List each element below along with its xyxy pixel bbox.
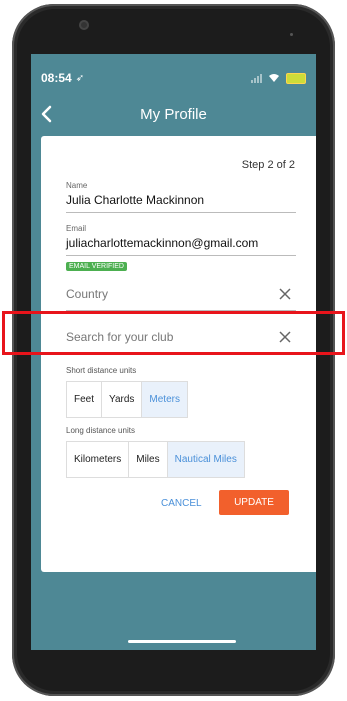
cancel-button[interactable]: CANCEL xyxy=(161,498,202,509)
long-unit-kilometers[interactable]: Kilometers xyxy=(67,442,130,477)
battery-icon xyxy=(286,72,306,84)
short-unit-feet[interactable]: Feet xyxy=(67,382,103,417)
long-unit-miles[interactable]: Miles xyxy=(129,442,168,477)
status-bar: 08:54 ➶ xyxy=(41,70,306,86)
short-distance-label: Short distance units xyxy=(66,366,137,375)
country-underline xyxy=(66,310,296,311)
update-button[interactable]: UPDATE xyxy=(219,490,289,515)
short-unit-meters[interactable]: Meters xyxy=(142,382,187,417)
long-distance-selector: Kilometers Miles Nautical Miles xyxy=(66,441,245,478)
cellular-signal-icon xyxy=(251,73,262,83)
name-label: Name xyxy=(66,181,88,190)
app-screen: 08:54 ➶ My Profile Step 2 of 2 Name Juli… xyxy=(31,54,316,650)
profile-card: Step 2 of 2 Name Julia Charlotte Mackinn… xyxy=(41,136,316,572)
page-title: My Profile xyxy=(140,106,207,123)
long-distance-label: Long distance units xyxy=(66,426,135,435)
long-unit-nautical-miles[interactable]: Nautical Miles xyxy=(167,442,244,477)
front-camera xyxy=(79,20,89,30)
sensor-dot xyxy=(290,33,293,36)
club-search-input[interactable]: Search for your club xyxy=(66,330,173,344)
email-label: Email xyxy=(66,224,87,233)
clear-club-icon[interactable] xyxy=(279,331,291,343)
name-underline xyxy=(66,212,296,213)
email-verified-badge: EMAIL VERIFIED xyxy=(66,262,127,271)
status-icons xyxy=(251,72,306,84)
wifi-icon xyxy=(269,74,279,82)
country-input[interactable]: Country xyxy=(66,287,108,301)
step-indicator: Step 2 of 2 xyxy=(241,159,295,171)
email-underline xyxy=(66,255,296,256)
home-indicator[interactable] xyxy=(128,640,236,643)
short-unit-yards[interactable]: Yards xyxy=(102,382,143,417)
club-underline xyxy=(66,353,296,354)
location-arrow-icon: ➶ xyxy=(75,72,85,84)
clear-country-icon[interactable] xyxy=(279,288,291,300)
short-distance-selector: Feet Yards Meters xyxy=(66,381,188,418)
app-bar: My Profile xyxy=(31,98,316,132)
status-time: 08:54 xyxy=(41,71,72,85)
email-field[interactable]: juliacharlottemackinnon@gmail.com xyxy=(66,236,258,250)
name-field[interactable]: Julia Charlotte Mackinnon xyxy=(66,193,204,207)
